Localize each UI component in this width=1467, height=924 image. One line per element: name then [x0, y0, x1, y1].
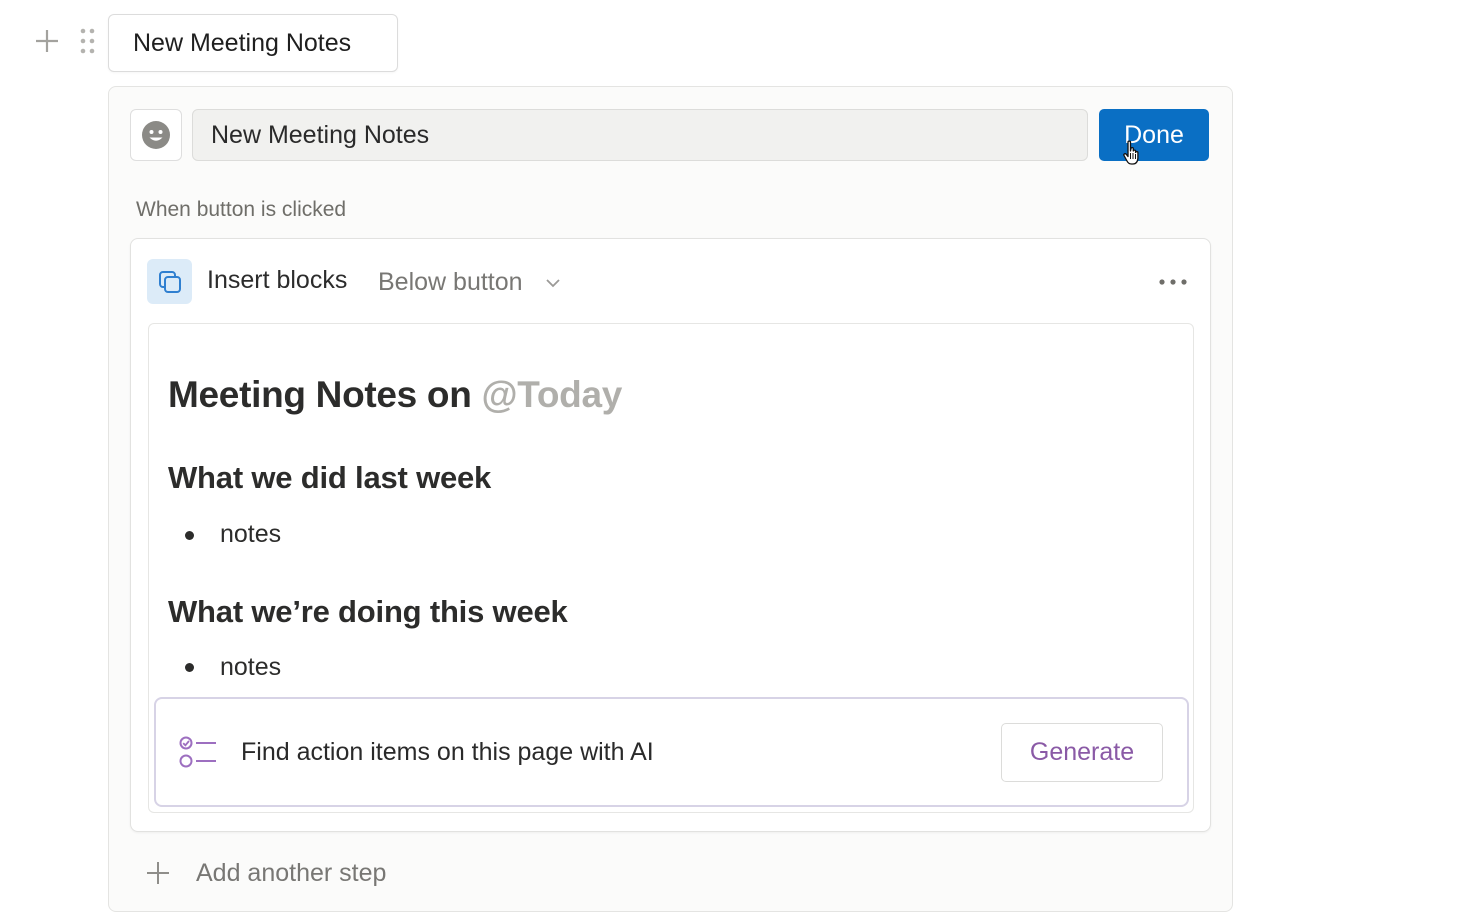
ai-block-text: Find action items on this page with AI	[241, 738, 654, 766]
chevron-down-icon[interactable]	[545, 276, 561, 290]
drag-handle-icon[interactable]	[78, 26, 98, 56]
smiley-face-icon	[142, 121, 170, 149]
trigger-label: When button is clicked	[136, 198, 347, 221]
plus-icon[interactable]	[145, 860, 171, 886]
template-heading-text: Meeting Notes on	[168, 374, 482, 415]
emoji-picker-button[interactable]	[130, 109, 182, 161]
generate-button[interactable]: Generate	[1001, 723, 1163, 782]
button-block[interactable]: New Meeting Notes	[108, 14, 398, 72]
position-dropdown[interactable]: Below button	[378, 268, 523, 297]
section-heading[interactable]: What we did last week	[168, 460, 491, 496]
add-block-icon[interactable]	[32, 26, 62, 56]
bullet-item[interactable]: notes	[220, 520, 281, 549]
bullet-icon	[185, 663, 194, 672]
checklist-icon	[178, 735, 220, 771]
date-mention[interactable]: @Today	[482, 374, 623, 415]
step-title: Insert blocks	[207, 266, 348, 294]
button-name-input[interactable]	[192, 109, 1088, 161]
hand-cursor-icon	[1122, 140, 1144, 166]
copy-blocks-icon	[147, 259, 192, 304]
done-button[interactable]: Done	[1099, 109, 1209, 161]
template-heading[interactable]: Meeting Notes on @Today	[168, 374, 622, 416]
bullet-item[interactable]: notes	[220, 653, 281, 682]
more-options-icon[interactable]	[1157, 270, 1189, 294]
section-heading[interactable]: What we’re doing this week	[168, 594, 568, 630]
bullet-icon	[185, 531, 194, 540]
add-another-step-button[interactable]: Add another step	[196, 859, 386, 888]
